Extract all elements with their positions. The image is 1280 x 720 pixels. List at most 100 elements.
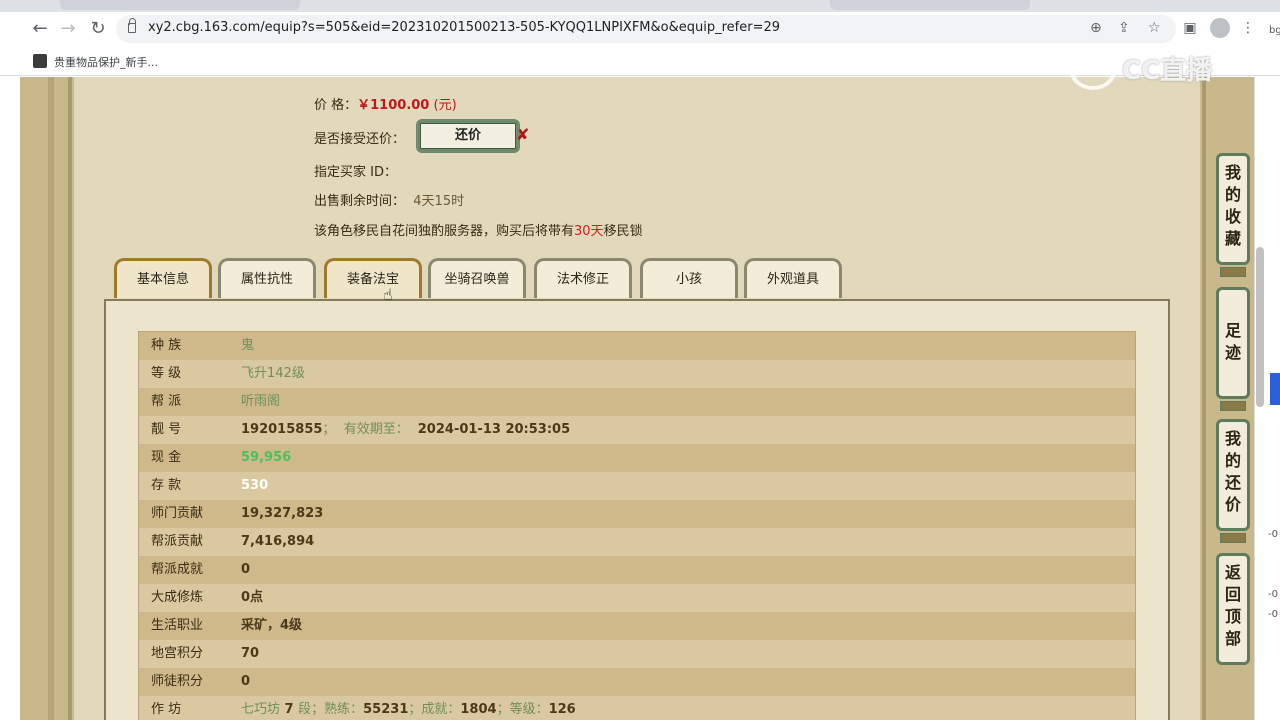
price-label: 价 格： [314, 98, 358, 113]
table-row: 靓 号 192015855； 有效期至： 2024-01-13 20:53:05 [139, 416, 1135, 444]
edge-text: -0 [1268, 529, 1278, 540]
edge-button[interactable] [1270, 373, 1280, 405]
price-row: 价 格：￥1100.00 (元) [314, 94, 457, 113]
buyer-id-label: 指定买家 ID： [314, 165, 397, 180]
row-label: 帮 派 [151, 394, 182, 409]
browser-tab-strip [0, 0, 1280, 12]
row-value: 70 [241, 646, 260, 661]
workshop-rank: 7 [284, 702, 294, 717]
table-row: 等 级 飞升142级 [139, 360, 1135, 388]
counter-offer-label-text: 还价 [420, 123, 516, 149]
bookmark-link[interactable]: 贵重物品保护_新手... [54, 54, 158, 70]
row-value: 0 [241, 562, 251, 577]
workshop-level-label: ；等级： [496, 702, 549, 717]
address-bar[interactable]: xy2.cbg.163.com/equip?s=505&eid=20231020… [116, 15, 1176, 43]
migration-lock-text: 移民锁 [603, 224, 643, 239]
tab-basic-info[interactable]: 基本信息 [114, 258, 212, 298]
row-value: 听雨阁 [241, 394, 281, 409]
table-row: 现 金 59,956 [139, 444, 1135, 472]
edge-text: -0 [1268, 589, 1278, 600]
pretty-id: 192015855 [241, 422, 323, 437]
profile-avatar[interactable] [1210, 18, 1230, 38]
page-left-margin [0, 77, 20, 720]
migration-text: 该角色移民自花间独酌服务器，购买后将带有 [314, 224, 575, 239]
menu-icon[interactable]: ⋮ [1238, 18, 1258, 38]
workshop-rank-unit: 段；熟练： [298, 702, 364, 717]
table-row: 帮 派 听雨阁 [139, 388, 1135, 416]
side-nav-joint [1220, 533, 1246, 543]
row-label: 生活职业 [151, 618, 204, 633]
row-label: 存 款 [151, 478, 182, 493]
row-label: 靓 号 [151, 422, 182, 437]
browser-tab[interactable] [60, 0, 300, 10]
workshop-achv: 1804 [460, 702, 497, 717]
side-nav-label: 我的还价 [1224, 429, 1241, 514]
row-label: 现 金 [151, 450, 182, 465]
tab-appearance[interactable]: 外观道具 [744, 258, 842, 298]
price-value: ￥1100.00 [357, 98, 430, 113]
tab-children[interactable]: 小孩 [640, 258, 738, 298]
row-label: 帮派贡献 [151, 534, 204, 549]
side-nav-history[interactable]: 足迹 [1216, 287, 1250, 399]
side-nav-back-to-top[interactable]: 返回顶部 [1216, 553, 1250, 665]
side-nav-joint [1220, 267, 1246, 277]
page: 价 格：￥1100.00 (元) 是否接受还价： 还价 ✘ 指定买家 ID： 出… [0, 25, 1280, 720]
row-label: 师徒积分 [151, 674, 204, 689]
side-nav-my-offers[interactable]: 我的还价 [1216, 419, 1250, 531]
remaining-time-label: 出售剩余时间： [314, 194, 406, 209]
table-row: 地宫积分 70 [139, 640, 1135, 668]
side-nav-favorites[interactable]: 我的收藏 [1216, 153, 1250, 265]
info-table: 种 族 鬼 等 级 飞升142级 帮 派 听雨阁 靓 号 192015855； 有效期至… [138, 331, 1136, 720]
edge-text: bg [1269, 25, 1280, 36]
row-label: 等 级 [151, 366, 182, 381]
table-row: 大成修炼 0点 [139, 584, 1135, 612]
side-nav-label: 足迹 [1224, 321, 1241, 362]
row-label: 种 族 [151, 338, 182, 353]
workshop-name: 七巧坊 [241, 702, 281, 717]
migration-notice: 该角色移民自花间独酌服务器，购买后将带有30天移民锁 [314, 220, 643, 239]
row-value: 59,956 [241, 450, 292, 465]
row-label: 大成修炼 [151, 590, 204, 605]
close-icon: ✘ [516, 125, 530, 144]
scrollbar-thumb[interactable] [1256, 247, 1264, 407]
workshop-skill: 55231 [363, 702, 409, 717]
forward-icon[interactable]: → [56, 18, 80, 40]
back-icon[interactable]: ← [28, 18, 52, 40]
remaining-time-row: 出售剩余时间： 4天15时 [314, 190, 464, 209]
table-row: 存 款 530 [139, 472, 1135, 500]
star-icon[interactable]: ☆ [1148, 20, 1161, 36]
row-value: 采矿，4级 [241, 618, 303, 633]
zoom-icon[interactable]: ⊕ [1090, 20, 1102, 36]
table-row: 帮派成就 0 [139, 556, 1135, 584]
decorative-frame-left [20, 77, 72, 720]
tab-mounts[interactable]: 坐骑召唤兽 [428, 258, 526, 298]
watermark: CC直播 [1122, 56, 1213, 86]
remaining-time-value: 4天15时 [413, 194, 465, 209]
browser-tab[interactable] [830, 0, 1030, 10]
migration-days: 30天 [574, 224, 604, 239]
tab-equipment[interactable]: 装备法宝 [324, 258, 422, 298]
table-row: 师徒积分 0 [139, 668, 1135, 696]
tab-spell-mods[interactable]: 法术修正 [534, 258, 632, 298]
tab-attributes[interactable]: 属性抗性 [218, 258, 316, 298]
lock-icon [128, 18, 136, 33]
row-label: 作 坊 [151, 702, 182, 717]
price-unit: (元) [433, 98, 457, 113]
table-row: 生活职业 采矿，4级 [139, 612, 1135, 640]
bookmark-icon [33, 54, 47, 68]
row-value: 0点 [241, 590, 264, 605]
counter-offer-button[interactable]: 还价 [416, 119, 520, 153]
url-text[interactable]: xy2.cbg.163.com/equip?s=505&eid=20231020… [148, 20, 780, 35]
row-value: 530 [241, 478, 269, 493]
side-nav-joint [1220, 401, 1246, 411]
hand-cursor-icon: ☝ [383, 285, 393, 304]
side-panel-icon[interactable]: ▣ [1180, 18, 1200, 38]
expiry-label: 有效期至： [343, 422, 409, 437]
row-value: 七巧坊 7 段；熟练：55231；成就：1804；等级：126 [241, 696, 576, 720]
counter-offer-label: 是否接受还价： [314, 132, 406, 147]
table-row: 帮派贡献 7,416,894 [139, 528, 1135, 556]
row-label: 师门贡献 [151, 506, 204, 521]
share-icon[interactable]: ⇪ [1118, 20, 1130, 36]
row-value: 19,327,823 [241, 506, 324, 521]
reload-icon[interactable]: ↻ [86, 18, 110, 40]
